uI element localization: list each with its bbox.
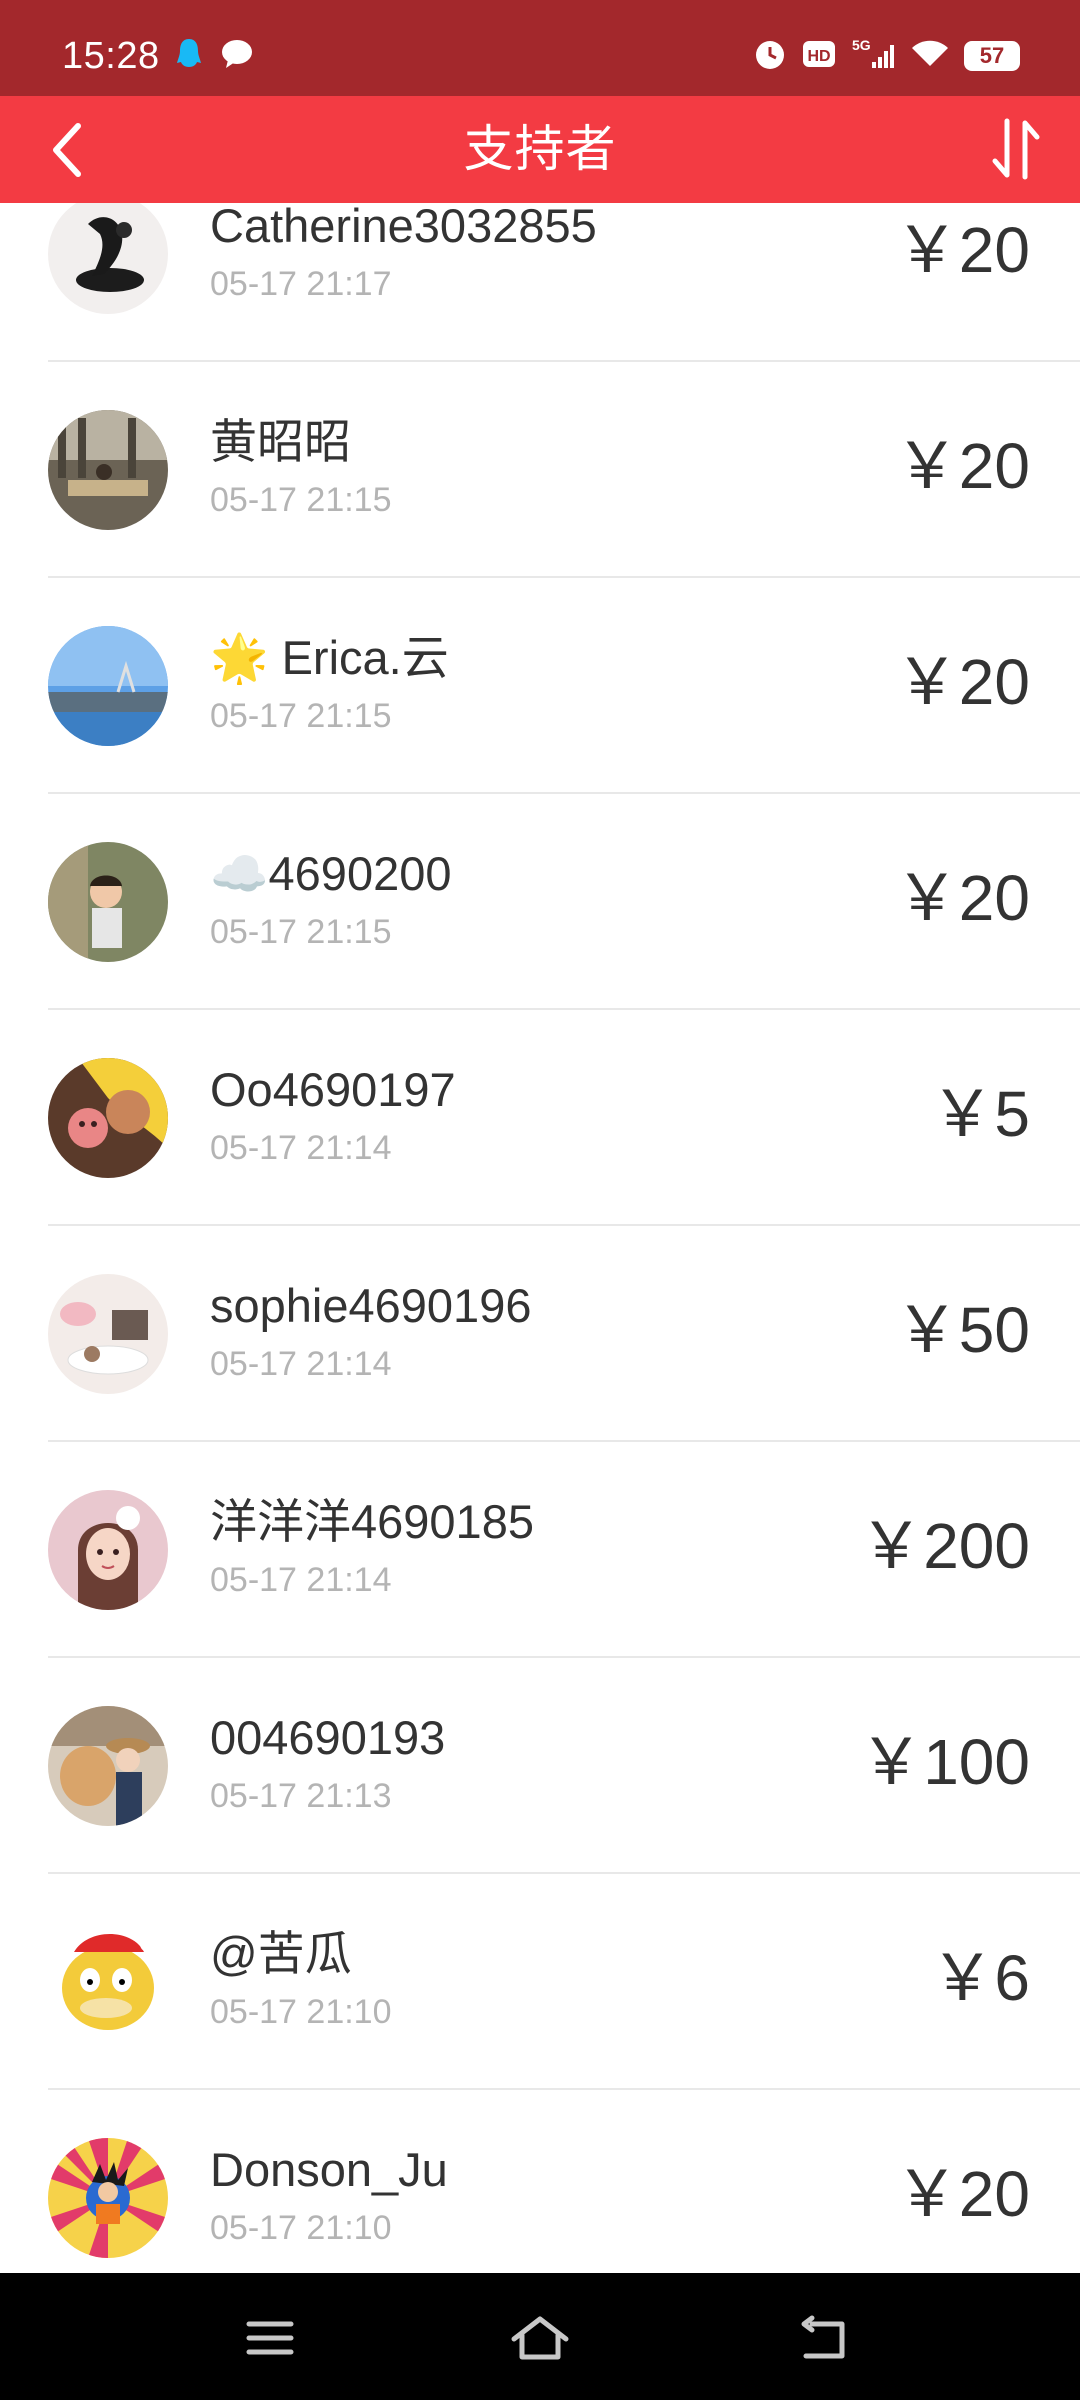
supporter-amount: ￥20 — [894, 2158, 1030, 2230]
avatar — [48, 1490, 168, 1610]
supporter-row[interactable]: 🌟 Erica.云 05-17 21:15 ￥20 — [0, 578, 1080, 794]
avatar — [48, 410, 168, 530]
navigation-bar — [0, 2273, 1080, 2400]
nav-back-button[interactable] — [785, 2303, 865, 2373]
sort-arrows-icon — [992, 118, 1040, 180]
supporter-time: 05-17 21:10 — [210, 2209, 392, 2247]
home-icon — [511, 2316, 569, 2360]
supporter-name: @苦瓜 — [210, 1927, 352, 1980]
svg-text:5G: 5G — [852, 37, 871, 53]
supporter-row[interactable]: ☁️4690200 05-17 21:15 ￥20 — [0, 794, 1080, 1010]
supporter-time: 05-17 21:14 — [210, 1345, 392, 1383]
supporter-row[interactable]: Oo4690197 05-17 21:14 ￥5 — [0, 1010, 1080, 1226]
supporter-amount: ￥100 — [859, 1726, 1030, 1798]
avatar — [48, 842, 168, 962]
supporter-row[interactable]: sophie4690196 05-17 21:14 ￥50 — [0, 1226, 1080, 1442]
page-title: 支持者 — [463, 121, 617, 177]
supporter-amount: ￥6 — [930, 1942, 1030, 2014]
supporter-amount: ￥200 — [859, 1510, 1030, 1582]
supporter-row[interactable]: @苦瓜 05-17 21:10 ￥6 — [0, 1874, 1080, 2090]
supporter-name: 黄昭昭 — [210, 415, 351, 468]
notification-icons — [176, 38, 254, 74]
supporter-name: 🌟 Erica.云 — [210, 631, 449, 684]
menu-icon — [246, 2321, 294, 2355]
supporter-amount: ￥50 — [894, 1294, 1030, 1366]
hd-icon: HD — [802, 39, 836, 74]
battery-indicator: 57 — [964, 41, 1020, 71]
alarm-icon — [752, 36, 788, 77]
supporter-name: sophie4690196 — [210, 1279, 532, 1332]
system-icons: HD 5G 57 — [752, 34, 1020, 78]
supporter-name: ☁️4690200 — [210, 847, 452, 900]
avatar — [48, 1058, 168, 1178]
signal-5g-icon: 5G — [850, 36, 896, 77]
supporter-time: 05-17 21:14 — [210, 1561, 392, 1599]
status-time: 15:28 — [62, 35, 160, 77]
supporter-list[interactable]: Catherine3032855 05-17 21:17 ￥20 黄昭昭 05-… — [0, 203, 1080, 2273]
avatar — [48, 203, 168, 314]
supporter-row[interactable]: Catherine3032855 05-17 21:17 ￥20 — [0, 203, 1080, 362]
supporter-row[interactable]: Donson_Ju 05-17 21:10 ￥20 — [0, 2090, 1080, 2273]
avatar — [48, 1706, 168, 1826]
wifi-icon — [910, 38, 950, 75]
svg-text:HD: HD — [807, 48, 830, 65]
supporter-row[interactable]: 黄昭昭 05-17 21:15 ￥20 — [0, 362, 1080, 578]
avatar — [48, 626, 168, 746]
screen: 15:28 HD 5G 57 支持者 Catherine3032855 05-1… — [0, 0, 1080, 2400]
supporter-row[interactable]: 004690193 05-17 21:13 ￥100 — [0, 1658, 1080, 1874]
sort-button[interactable] — [980, 114, 1050, 184]
supporter-name: 004690193 — [210, 1711, 446, 1764]
avatar — [48, 2138, 168, 2258]
supporter-amount: ￥20 — [894, 862, 1030, 934]
supporter-list-inner: Catherine3032855 05-17 21:17 ￥20 黄昭昭 05-… — [0, 203, 1080, 2273]
nav-menu-button[interactable] — [230, 2303, 310, 2373]
status-bar: 15:28 HD 5G 57 — [0, 0, 1080, 96]
supporter-amount: ￥20 — [894, 430, 1030, 502]
supporter-time: 05-17 21:17 — [210, 265, 392, 303]
supporter-time: 05-17 21:13 — [210, 1777, 392, 1815]
supporter-time: 05-17 21:15 — [210, 481, 392, 519]
avatar — [48, 1274, 168, 1394]
qq-icon — [176, 37, 202, 76]
supporter-name: Catherine3032855 — [210, 203, 597, 252]
supporter-name: Oo4690197 — [210, 1063, 456, 1116]
supporter-amount: ￥20 — [894, 214, 1030, 286]
supporter-name: 洋洋洋4690185 — [210, 1495, 534, 1548]
supporter-time: 05-17 21:10 — [210, 1993, 392, 2031]
message-icon — [220, 38, 254, 75]
supporter-time: 05-17 21:14 — [210, 1129, 392, 1167]
supporter-time: 05-17 21:15 — [210, 913, 392, 951]
supporter-row[interactable]: 洋洋洋4690185 05-17 21:14 ￥200 — [0, 1442, 1080, 1658]
supporter-amount: ￥5 — [930, 1078, 1030, 1150]
back-icon — [801, 2315, 845, 2359]
supporter-amount: ￥20 — [894, 646, 1030, 718]
supporter-name: Donson_Ju — [210, 2143, 448, 2196]
nav-home-button[interactable] — [500, 2303, 580, 2373]
avatar — [48, 1922, 168, 2042]
app-header: 支持者 — [0, 96, 1080, 203]
supporter-time: 05-17 21:15 — [210, 697, 392, 735]
